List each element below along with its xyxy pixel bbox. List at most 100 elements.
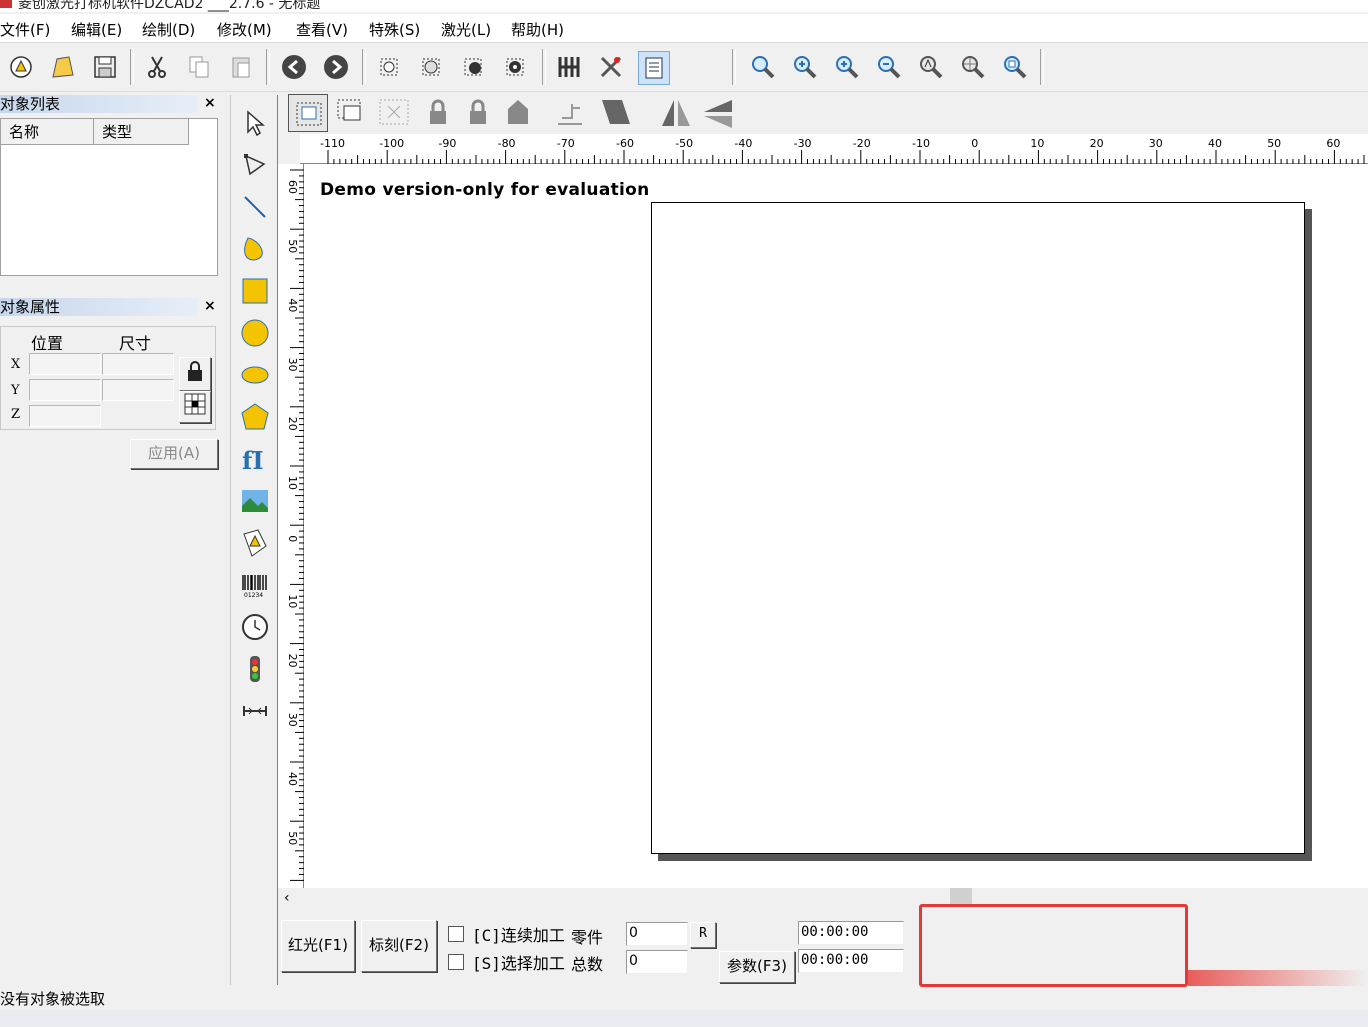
toolbar-separator [542, 49, 546, 85]
ruler-label: -40 [734, 137, 752, 150]
undo-icon[interactable] [279, 51, 309, 83]
select-checkbox[interactable] [448, 954, 464, 970]
node-add-icon[interactable] [458, 51, 488, 83]
group-select-icon[interactable] [288, 94, 328, 132]
ruler-horizontal-ticks: -110 -100 -90 -80 -70 -60 -50 -40 -30 -20 -10 0 10 20… [320, 137, 1365, 164]
hatch-icon[interactable] [554, 51, 584, 83]
mark-button[interactable]: 标刻(F2) [361, 920, 437, 972]
save-icon[interactable] [90, 51, 120, 83]
image-icon[interactable] [237, 483, 273, 519]
ruler-vertical-ticks: 6050403020100102030405060 [286, 169, 304, 904]
copy-icon[interactable] [184, 51, 214, 83]
apply-button[interactable]: 应用(A) [130, 439, 218, 469]
paste-icon[interactable] [226, 51, 256, 83]
position-label: 位置 [31, 334, 64, 353]
new-icon[interactable] [6, 51, 36, 83]
unlock-object-icon[interactable] [460, 94, 496, 132]
tools-icon[interactable] [596, 51, 626, 83]
column-name[interactable]: 名称 [1, 119, 94, 145]
svg-text:01234: 01234 [244, 592, 263, 599]
mirror-horizontal-icon[interactable] [656, 94, 696, 132]
lock-ratio-button[interactable] [179, 357, 211, 391]
node-edit-icon[interactable] [416, 51, 446, 83]
clock-icon[interactable] [237, 609, 273, 645]
highlight-box [919, 904, 1188, 987]
ruler-label: -90 [438, 137, 456, 150]
delay-icon[interactable] [237, 693, 273, 729]
zoom-add-icon[interactable] [832, 51, 862, 83]
unlock-all-icon[interactable] [500, 94, 536, 132]
zoom-in-icon[interactable] [790, 51, 820, 83]
red-light-button[interactable]: 红光(F1) [281, 920, 355, 972]
ruler-label: 60 [286, 180, 299, 194]
barcode-icon[interactable]: 01234 [237, 567, 273, 603]
ruler-label: 30 [1149, 137, 1163, 150]
y-size-field[interactable] [102, 379, 174, 401]
pointer-icon[interactable] [237, 105, 273, 141]
object-props-close-icon[interactable]: × [204, 298, 216, 314]
ellipse-icon[interactable] [237, 357, 273, 393]
status-text: 没有对象被选取 [0, 990, 106, 1008]
ruler-label: 0 [286, 535, 299, 542]
text-icon[interactable]: fI [237, 441, 273, 477]
zoom-world-icon[interactable] [958, 51, 988, 83]
open-icon[interactable] [48, 51, 78, 83]
zoom-all-icon[interactable] [916, 51, 946, 83]
redo-icon[interactable] [321, 51, 351, 83]
scroll-left-icon[interactable]: ‹ [284, 890, 290, 906]
anchor-grid-button[interactable] [179, 391, 211, 423]
object-list[interactable]: 名称 类型 [0, 118, 218, 276]
menu-special[interactable]: 特殊(S) [369, 19, 420, 40]
column-type[interactable]: 类型 [94, 119, 189, 145]
app-icon [0, 0, 12, 8]
anchor-grid-icon [184, 393, 206, 415]
menu-modify[interactable]: 修改(M) [217, 19, 272, 40]
y-position-field[interactable] [29, 379, 101, 401]
flip-icon[interactable] [596, 94, 636, 132]
menu-help[interactable]: 帮助(H) [511, 19, 564, 40]
params-button[interactable]: 参数(F3) [719, 951, 795, 983]
curve-icon[interactable] [237, 231, 273, 267]
params-icon[interactable] [638, 51, 670, 85]
continuous-checkbox[interactable] [448, 926, 464, 942]
zoom-selected-icon[interactable] [1000, 51, 1030, 83]
scroll-thumb[interactable] [950, 888, 972, 904]
reset-count-button[interactable]: R [690, 922, 716, 948]
drawing-canvas[interactable]: Demo version-only for evaluation [304, 164, 1368, 888]
menu-edit[interactable]: 编辑(E) [71, 19, 122, 40]
z-position-field[interactable] [29, 405, 101, 427]
ruler-label: -110 [320, 137, 345, 150]
circle-icon[interactable] [237, 315, 273, 351]
rectangle-icon[interactable] [237, 273, 273, 309]
polygon-icon[interactable] [237, 399, 273, 435]
lock-object-icon[interactable] [420, 94, 456, 132]
ruler-label: 40 [286, 772, 299, 786]
object-list-close-icon[interactable]: × [204, 95, 216, 111]
part-count-input[interactable]: 0 [626, 922, 688, 946]
zoom-icon[interactable] [748, 51, 778, 83]
ruler-label: -20 [853, 137, 871, 150]
menu-view[interactable]: 查看(V) [296, 19, 348, 40]
horizontal-scrollbar[interactable]: ‹ [278, 888, 1368, 908]
total-count-input[interactable]: 0 [626, 950, 688, 974]
ungroup-icon[interactable] [374, 94, 414, 132]
io-input-icon[interactable] [237, 651, 273, 687]
work-area[interactable] [651, 202, 1305, 854]
zoom-out-icon[interactable] [874, 51, 904, 83]
cut-icon[interactable] [142, 51, 172, 83]
node-select-icon[interactable] [374, 51, 404, 83]
menu-file[interactable]: 文件(F) [0, 19, 50, 40]
x-size-field[interactable] [102, 353, 174, 375]
group-icon[interactable] [332, 94, 372, 132]
menu-laser[interactable]: 激光(L) [441, 19, 491, 40]
taskbar [0, 1010, 1368, 1027]
x-position-field[interactable] [29, 353, 101, 375]
align-icon[interactable] [552, 94, 588, 132]
mirror-vertical-icon[interactable] [698, 94, 738, 132]
line-icon[interactable] [237, 189, 273, 225]
node-edit-tool-icon[interactable] [237, 147, 273, 183]
menu-draw[interactable]: 绘制(D) [142, 19, 195, 40]
node-delete-icon[interactable] [500, 51, 530, 83]
ruler-label: 50 [286, 239, 299, 253]
vector-file-icon[interactable] [237, 525, 273, 561]
